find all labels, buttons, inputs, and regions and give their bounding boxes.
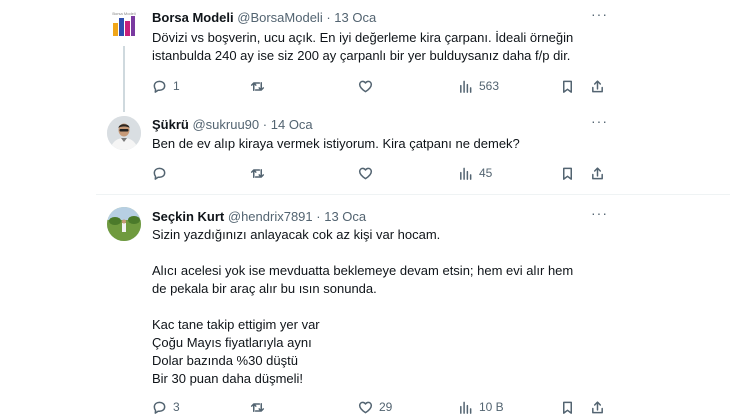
retweet-button[interactable] <box>250 76 271 96</box>
header-separator: · <box>316 209 321 224</box>
share-button[interactable] <box>590 163 605 183</box>
views-icon <box>460 167 472 180</box>
like-icon <box>358 80 373 92</box>
share-icon <box>592 400 603 413</box>
tweet-text-line: Dolar bazında %30 düştü <box>152 353 298 368</box>
tweet-actions: 1 563 <box>0 76 730 96</box>
like-button[interactable]: 29 <box>358 397 392 417</box>
share-icon <box>592 79 603 92</box>
reply-icon <box>153 401 166 414</box>
author-name[interactable]: Seçkin Kurt <box>152 209 224 224</box>
tweet-date[interactable]: 14 Oca <box>271 117 313 132</box>
tweet-text-line: Sizin yazdığınızı anlayacak cok az kişi … <box>152 227 441 242</box>
avatar-borsa-modeli[interactable]: Borsa Modeli <box>107 8 141 42</box>
share-button[interactable] <box>590 76 605 96</box>
bookmark-icon <box>563 401 572 414</box>
bookmark-button[interactable] <box>560 163 575 183</box>
tweet-actions: 3 29 10 B <box>0 397 730 417</box>
borsa-modeli-logo: Borsa Modeli <box>112 11 136 36</box>
avatar-seckin-kurt[interactable] <box>107 207 141 241</box>
share-button[interactable] <box>590 397 605 417</box>
author-name[interactable]: Borsa Modeli <box>152 10 234 25</box>
tweet-date[interactable]: 13 Oca <box>324 209 366 224</box>
views-icon <box>460 401 472 414</box>
author-handle[interactable]: @sukruu90 <box>192 117 259 132</box>
tweet-date[interactable]: 13 Oca <box>334 10 376 25</box>
tweet-text-line: Dövizi vs boşverin, ucu açık. En iyi değ… <box>152 30 574 45</box>
author-handle[interactable]: @hendrix7891 <box>228 209 313 224</box>
bookmark-icon <box>563 80 572 93</box>
more-icon[interactable]: ··· <box>591 113 608 129</box>
more-icon[interactable]: ··· <box>591 205 608 221</box>
reply-button[interactable]: 1 <box>152 76 180 96</box>
bookmark-button[interactable] <box>560 76 575 96</box>
reply-button[interactable] <box>152 163 173 183</box>
retweet-icon <box>250 168 265 178</box>
views-count: 10 B <box>479 400 504 414</box>
tweet-text-line: istanbulda 240 ay ise siz 200 ay çarpanl… <box>152 48 571 63</box>
like-count: 29 <box>379 400 393 414</box>
tweet-text-line: Alıcı acelesi yok ise mevduatta beklemey… <box>152 263 574 278</box>
like-icon <box>358 167 373 179</box>
reply-icon <box>153 80 166 93</box>
tweet-header: Borsa Modeli @BorsaModeli · 13 Oca <box>152 10 376 26</box>
retweet-icon <box>250 81 265 91</box>
tweet-actions: 45 <box>0 163 730 183</box>
share-icon <box>592 166 603 179</box>
tweet-text: Dövizi vs boşverin, ucu açık. En iyi değ… <box>152 29 573 65</box>
views-button[interactable]: 10 B <box>458 397 504 417</box>
tweet-text-line: Ben de ev alıp kiraya vermek istiyorum. … <box>152 136 520 151</box>
bookmark-icon <box>563 167 572 180</box>
tweet-header: Şükrü @sukruu90 · 14 Oca <box>152 117 313 133</box>
avatar-sukru[interactable] <box>107 116 141 150</box>
reply-button[interactable]: 3 <box>152 397 180 417</box>
tweet-borsa-modeli[interactable]: Borsa Modeli Borsa Modeli @BorsaModeli ·… <box>0 0 730 112</box>
avatar-photo <box>107 207 141 241</box>
tweet-seckin-kurt[interactable]: Seçkin Kurt @hendrix7891 · 13 Oca ··· Si… <box>0 195 730 420</box>
reply-icon <box>153 167 166 180</box>
like-button[interactable] <box>358 76 379 96</box>
tweet-text-line: de pekala bir araç alır bu ısın sonunda. <box>152 281 377 296</box>
header-separator: · <box>262 117 268 132</box>
tweet-sukru[interactable]: Şükrü @sukruu90 · 14 Oca ··· Ben de ev a… <box>0 105 730 195</box>
retweet-button[interactable] <box>250 163 271 183</box>
header-separator: · <box>326 10 331 25</box>
author-handle[interactable]: @BorsaModeli <box>237 10 322 25</box>
more-icon[interactable]: ··· <box>591 6 608 22</box>
reply-count: 3 <box>173 400 180 414</box>
author-name[interactable]: Şükrü <box>152 117 189 132</box>
views-count: 45 <box>479 166 493 180</box>
like-button[interactable] <box>358 163 379 183</box>
reply-count: 1 <box>173 79 180 93</box>
avatar-photo <box>107 116 141 150</box>
tweet-text-line: Kac tane takip ettigim yer var <box>152 317 320 332</box>
logo-lettering: Borsa Modeli <box>112 11 135 16</box>
views-button[interactable]: 563 <box>458 76 499 96</box>
views-button[interactable]: 45 <box>458 163 492 183</box>
tweet-text: Sizin yazdığınızı anlayacak cok az kişi … <box>152 226 573 388</box>
views-icon <box>460 80 472 93</box>
retweet-button[interactable] <box>250 397 271 417</box>
tweet-header: Seçkin Kurt @hendrix7891 · 13 Oca <box>152 209 366 225</box>
tweet-text-line: Bir 30 puan daha düşmeli! <box>152 371 304 386</box>
retweet-icon <box>250 402 265 412</box>
tweet-text-line: Çoğu Mayıs fiyatlarıyla aynı <box>152 335 312 350</box>
bookmark-button[interactable] <box>560 397 575 417</box>
tweet-text: Ben de ev alıp kiraya vermek istiyorum. … <box>152 135 520 153</box>
like-icon <box>358 401 373 413</box>
views-count: 563 <box>479 79 500 93</box>
